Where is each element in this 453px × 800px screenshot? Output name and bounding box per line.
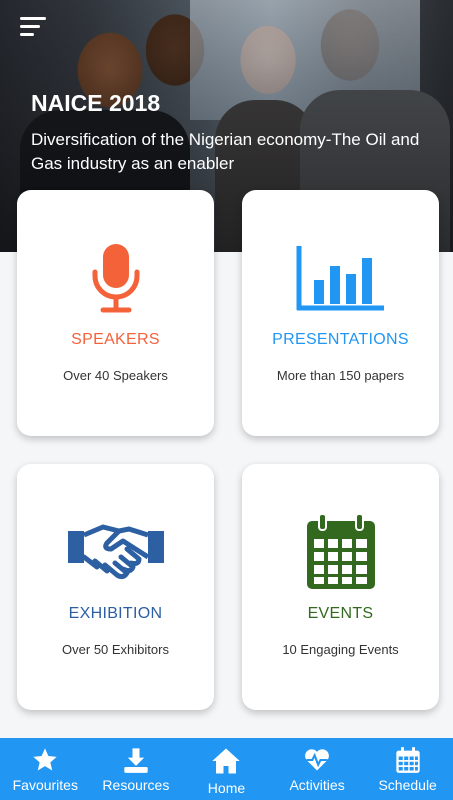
nav-favourites[interactable]: Favourites <box>0 738 91 800</box>
nav-label: Favourites <box>12 777 78 793</box>
exhibition-card[interactable]: EXHIBITION Over 50 Exhibitors <box>17 464 214 710</box>
download-icon <box>91 746 182 774</box>
bottom-navigation: Favourites Resources Home Activities Sch… <box>0 738 453 800</box>
exhibition-description: Over 50 Exhibitors <box>62 642 169 657</box>
nav-resources[interactable]: Resources <box>91 738 182 800</box>
nav-label: Schedule <box>378 777 437 793</box>
events-description: 10 Engaging Events <box>282 642 399 657</box>
speakers-label: SPEAKERS <box>71 331 160 348</box>
nav-home[interactable]: Home <box>181 738 272 800</box>
presentations-card[interactable]: PRESENTATIONS More than 150 papers <box>242 190 439 436</box>
speakers-description: Over 40 Speakers <box>63 368 168 383</box>
menu-icon[interactable] <box>20 17 48 41</box>
calendar-grid-icon <box>362 746 453 774</box>
events-card[interactable]: EVENTS 10 Engaging Events <box>242 464 439 710</box>
nav-schedule[interactable]: Schedule <box>362 738 453 800</box>
presentations-label: PRESENTATIONS <box>272 331 409 348</box>
nav-label: Home <box>207 780 246 796</box>
heart-pulse-icon <box>272 746 363 774</box>
nav-label: Activities <box>289 777 345 793</box>
calendar-icon <box>242 512 439 592</box>
star-icon <box>0 746 91 774</box>
speakers-card[interactable]: SPEAKERS Over 40 Speakers <box>17 190 214 436</box>
nav-label: Resources <box>102 777 170 793</box>
microphone-icon <box>17 238 214 318</box>
bar-chart-icon <box>242 238 439 318</box>
nav-activities[interactable]: Activities <box>272 738 363 800</box>
home-icon <box>181 746 272 774</box>
presentations-description: More than 150 papers <box>276 368 405 383</box>
page-subtitle: Diversification of the Nigerian economy-… <box>31 130 420 173</box>
handshake-icon <box>17 512 214 592</box>
events-label: EVENTS <box>307 605 374 622</box>
exhibition-label: EXHIBITION <box>68 605 163 622</box>
page-title: NAICE 2018 <box>31 90 161 116</box>
